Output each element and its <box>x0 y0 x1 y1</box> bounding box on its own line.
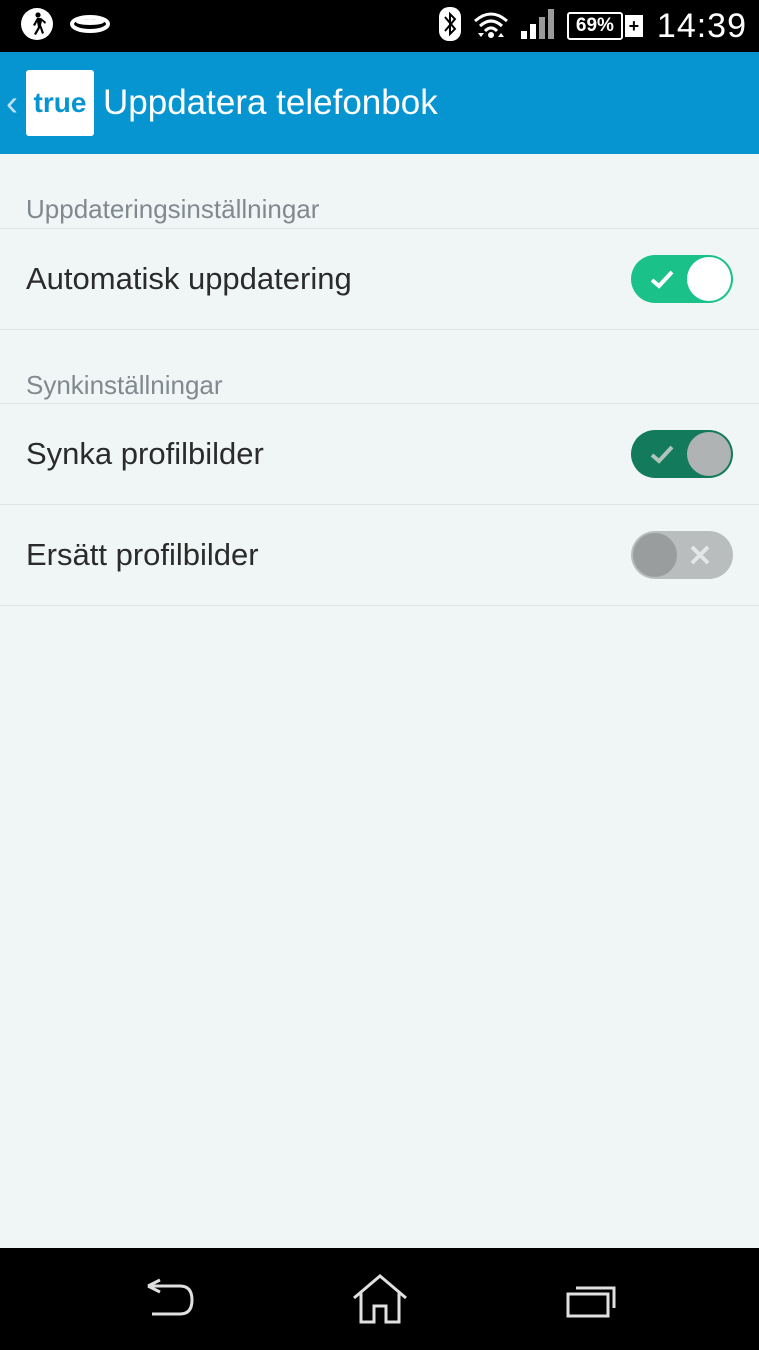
charging-icon: + <box>624 15 643 37</box>
section-header-sync: Synkinställningar <box>0 330 759 404</box>
nav-recents-icon[interactable] <box>562 1276 622 1326</box>
section-header-update: Uppdateringsinställningar <box>0 154 759 229</box>
clock: 14:39 <box>656 6 747 45</box>
check-icon <box>650 445 674 464</box>
setting-label: Ersätt profilbilder <box>26 537 259 572</box>
setting-row-replace-profile-pictures[interactable]: Ersätt profilbilder <box>0 505 759 606</box>
walking-icon <box>20 7 54 46</box>
sync-profile-pictures-toggle[interactable] <box>631 430 733 478</box>
page-title: Uppdatera telefonbok <box>103 83 438 122</box>
navigation-bar <box>0 1248 759 1350</box>
ring-icon <box>70 13 110 40</box>
wifi-icon <box>473 9 509 44</box>
close-icon <box>690 545 710 565</box>
screen: 69% + 14:39 ‹ true Uppdatera telefonbok … <box>0 0 759 1350</box>
battery-level: 69% <box>575 15 614 36</box>
signal-icon <box>520 8 555 44</box>
setting-label: Synka profilbilder <box>26 436 264 471</box>
app-bar: ‹ true Uppdatera telefonbok <box>0 52 759 154</box>
battery-icon: 69% + <box>566 12 643 40</box>
app-logo-text: true <box>33 87 87 118</box>
automatic-update-toggle[interactable] <box>631 255 733 303</box>
back-chevron-icon[interactable]: ‹ <box>6 82 26 124</box>
replace-profile-pictures-toggle[interactable] <box>631 531 733 579</box>
nav-home-icon[interactable] <box>350 1272 410 1324</box>
toggle-knob <box>687 432 731 476</box>
setting-row-sync-profile-pictures[interactable]: Synka profilbilder <box>0 404 759 505</box>
setting-label: Automatisk uppdatering <box>26 261 352 296</box>
status-bar: 69% + 14:39 <box>0 0 759 52</box>
toggle-knob <box>687 257 731 301</box>
check-icon <box>650 270 674 289</box>
toggle-knob <box>633 533 677 577</box>
settings-list: Uppdateringsinställningar Automatisk upp… <box>0 154 759 1248</box>
setting-row-automatic-update[interactable]: Automatisk uppdatering <box>0 229 759 330</box>
bluetooth-icon <box>438 6 461 46</box>
app-logo[interactable]: true <box>26 70 94 136</box>
nav-back-icon[interactable] <box>140 1276 200 1326</box>
